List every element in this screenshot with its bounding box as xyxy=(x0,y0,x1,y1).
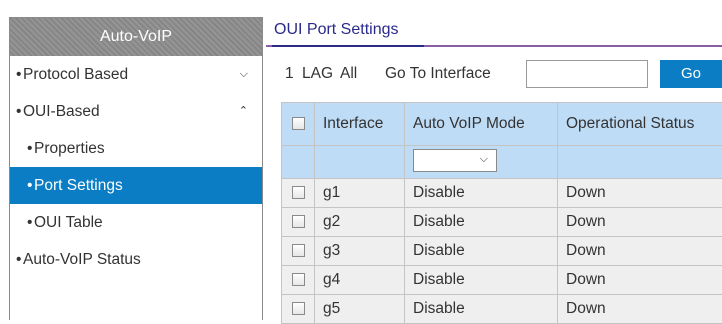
mode-cell: Disable xyxy=(405,179,558,208)
table-row[interactable]: g1 Disable Down xyxy=(282,179,722,208)
goto-interface-input[interactable] xyxy=(526,60,648,88)
table-row[interactable]: g4 Disable Down xyxy=(282,266,722,295)
status-cell: Down xyxy=(558,295,722,324)
edit-row-mode-cell: ⌵ xyxy=(405,146,558,179)
table-row[interactable]: g3 Disable Down xyxy=(282,237,722,266)
table-row[interactable]: g2 Disable Down xyxy=(282,208,722,237)
status-cell: Down xyxy=(558,237,722,266)
bullet: • xyxy=(16,93,23,130)
row-select-cell xyxy=(282,237,315,266)
sidebar-item-oui-based[interactable]: •OUI-Based ⌃ xyxy=(10,93,262,130)
row-checkbox[interactable] xyxy=(292,215,305,228)
auto-voip-mode-select[interactable]: ⌵ xyxy=(413,149,497,172)
interface-cell: g3 xyxy=(315,237,405,266)
interface-cell: g5 xyxy=(315,295,405,324)
sidebar-nav: Auto-VoIP •Protocol Based ⌵ •OUI-Based ⌃… xyxy=(9,17,263,320)
sidebar-item-port-settings[interactable]: •Port Settings xyxy=(10,167,262,204)
page-title-bar: OUI Port Settings xyxy=(266,17,722,47)
row-checkbox[interactable] xyxy=(292,244,305,257)
status-cell: Down xyxy=(558,208,722,237)
sidebar-item-oui-table[interactable]: •OUI Table xyxy=(10,204,262,241)
interface-toolbar: 1 LAG All Go To Interface Go xyxy=(285,60,722,90)
chevron-down-icon: ⌵ xyxy=(480,153,488,166)
row-select-cell xyxy=(282,179,315,208)
interface-cell: g4 xyxy=(315,266,405,295)
edit-row-interface xyxy=(315,146,405,179)
row-checkbox[interactable] xyxy=(292,302,305,315)
status-cell: Down xyxy=(558,179,722,208)
column-header-operational-status[interactable]: Operational Status xyxy=(558,103,722,146)
sidebar-item-auto-voip-status[interactable]: •Auto-VoIP Status xyxy=(10,241,262,278)
title-underline xyxy=(272,45,424,47)
column-header-auto-voip-mode[interactable]: Auto VoIP Mode xyxy=(405,103,558,146)
oui-port-table: Interface Auto VoIP Mode Operational Sta… xyxy=(281,102,722,324)
mode-cell: Disable xyxy=(405,208,558,237)
sidebar-item-label: OUI Table xyxy=(34,214,103,231)
bullet: • xyxy=(27,167,34,204)
bullet: • xyxy=(16,241,23,278)
bullet: • xyxy=(16,56,23,93)
row-checkbox[interactable] xyxy=(292,186,305,199)
sidebar-item-label: Protocol Based xyxy=(23,66,128,83)
mode-cell: Disable xyxy=(405,295,558,324)
go-button[interactable]: Go xyxy=(660,60,722,88)
row-checkbox[interactable] xyxy=(292,273,305,286)
status-cell: Down xyxy=(558,266,722,295)
row-select-cell xyxy=(282,295,315,324)
select-all-checkbox[interactable] xyxy=(292,117,305,130)
interface-cell: g1 xyxy=(315,179,405,208)
table-header-row: Interface Auto VoIP Mode Operational Sta… xyxy=(282,103,722,146)
column-header-interface[interactable]: Interface xyxy=(315,103,405,146)
filter-link-lag[interactable]: LAG xyxy=(302,65,333,83)
table-edit-row: ⌵ xyxy=(282,146,722,179)
row-select-cell xyxy=(282,208,315,237)
sidebar-item-label: Properties xyxy=(34,140,105,157)
bullet: • xyxy=(27,130,34,167)
table-row[interactable]: g5 Disable Down xyxy=(282,295,722,324)
goto-interface-label: Go To Interface xyxy=(385,65,491,83)
select-all-cell xyxy=(282,103,315,146)
sidebar-item-properties[interactable]: •Properties xyxy=(10,130,262,167)
edit-row-status xyxy=(558,146,722,179)
filter-link-1[interactable]: 1 xyxy=(285,65,294,83)
sidebar-item-label: Auto-VoIP Status xyxy=(23,251,141,268)
chevron-up-icon[interactable]: ⌃ xyxy=(239,93,248,130)
edit-row-blank xyxy=(282,146,315,179)
sidebar-header: Auto-VoIP xyxy=(10,18,262,56)
row-select-cell xyxy=(282,266,315,295)
page-title: OUI Port Settings xyxy=(274,21,399,39)
chevron-down-icon[interactable]: ⌵ xyxy=(240,56,248,93)
sidebar-item-protocol-based[interactable]: •Protocol Based ⌵ xyxy=(10,56,262,93)
sidebar-item-label: Port Settings xyxy=(34,177,123,194)
filter-link-all[interactable]: All xyxy=(340,65,357,83)
mode-cell: Disable xyxy=(405,237,558,266)
mode-cell: Disable xyxy=(405,266,558,295)
bullet: • xyxy=(27,204,34,241)
interface-cell: g2 xyxy=(315,208,405,237)
sidebar-item-label: OUI-Based xyxy=(23,103,100,120)
